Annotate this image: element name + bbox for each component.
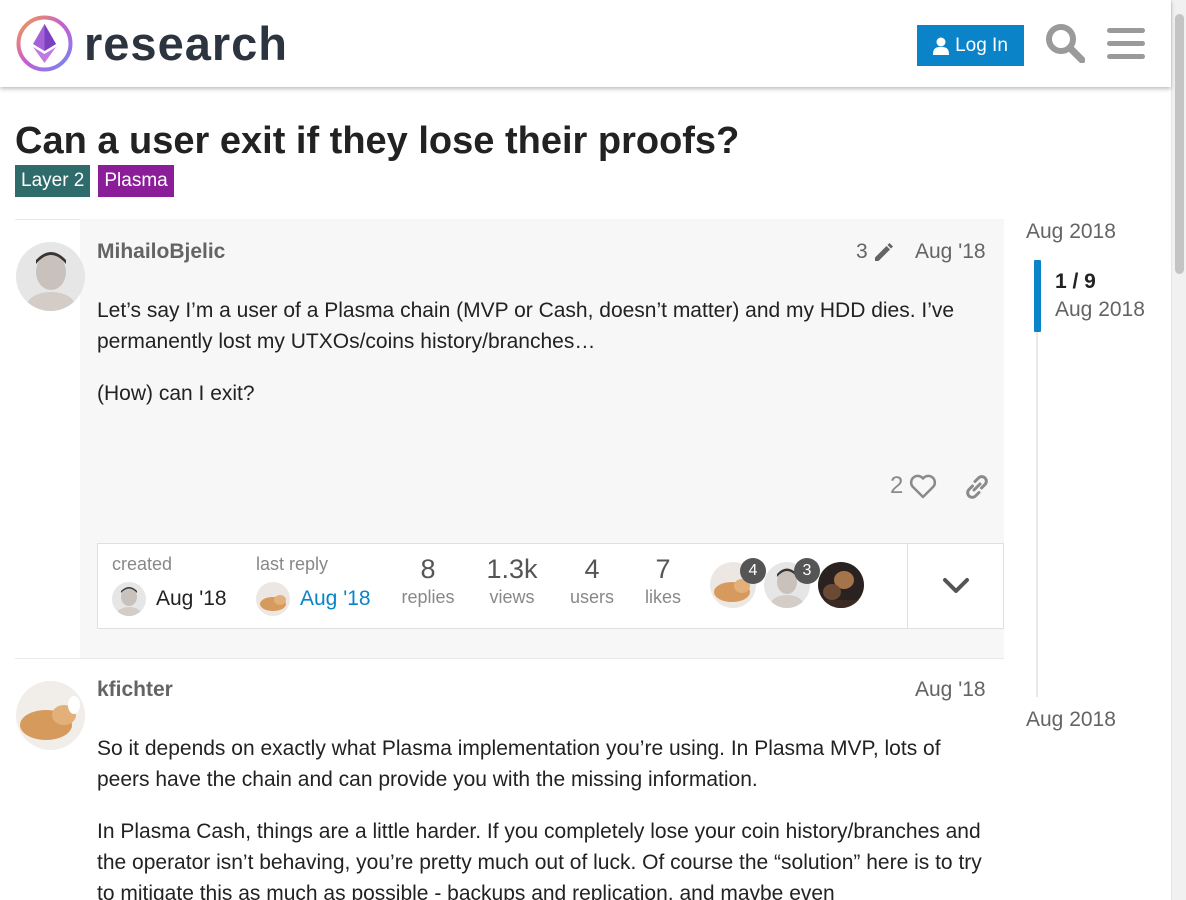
views-stat: 1.3k views — [480, 554, 544, 608]
link-icon — [966, 475, 988, 499]
created-avatar — [112, 582, 146, 616]
logo-text: research — [84, 17, 288, 70]
heart-icon — [910, 474, 937, 499]
avatar-photo — [16, 681, 85, 750]
replies-count: 8 — [420, 554, 436, 584]
hamburger-menu-icon — [1107, 28, 1145, 59]
created-date: Aug '18 — [156, 587, 227, 610]
last-reply-date: Aug '18 — [300, 587, 371, 610]
site-logo[interactable]: research — [16, 15, 288, 72]
users-stat: 4 users — [562, 554, 622, 608]
login-button[interactable]: Log In — [917, 25, 1024, 66]
user-icon — [933, 37, 950, 55]
post-username[interactable]: MihailoBjelic — [97, 240, 225, 264]
timeline-end-date[interactable]: Aug 2018 — [1026, 708, 1116, 732]
hamburger-menu-button[interactable] — [1103, 20, 1149, 66]
post-paragraph: So it depends on exactly what Plasma imp… — [97, 737, 941, 791]
share-link-button[interactable] — [962, 472, 992, 507]
views-count: 1.3k — [486, 554, 538, 584]
post-username[interactable]: kfichter — [97, 678, 173, 702]
page-scrollbar[interactable] — [1171, 0, 1186, 900]
timeline-handle[interactable] — [1034, 260, 1041, 332]
login-label: Log In — [955, 34, 1008, 56]
likes-count: 7 — [655, 554, 671, 584]
topic-title[interactable]: Can a user exit if they lose their proof… — [15, 120, 739, 163]
last-reply-avatar — [256, 582, 290, 616]
topic-tags: Layer 2 Plasma — [15, 165, 174, 197]
participant-post-count: 3 — [794, 558, 820, 584]
avatar-photo — [818, 562, 864, 608]
likes-label: likes — [644, 587, 681, 607]
post-paragraph: (How) can I exit? — [97, 382, 255, 405]
avatar-photo — [256, 582, 290, 616]
post-body: So it depends on exactly what Plasma imp… — [97, 733, 992, 900]
tag-plasma[interactable]: Plasma — [98, 165, 174, 197]
like-count: 2 — [890, 472, 904, 499]
participant-post-count: 4 — [740, 558, 766, 584]
avatar-photo — [112, 582, 146, 616]
search-icon — [1046, 24, 1085, 63]
created-info[interactable]: Aug '18 — [112, 582, 227, 616]
post-body: Let’s say I’m a user of a Plasma chain (… — [97, 295, 992, 430]
tag-layer-2[interactable]: Layer 2 — [15, 165, 91, 197]
pencil-icon — [874, 243, 893, 261]
last-reply-info[interactable]: Aug '18 — [256, 582, 371, 616]
timeline-start-date[interactable]: Aug 2018 — [1026, 220, 1116, 244]
avatar-kfichter[interactable] — [16, 681, 85, 750]
post-date[interactable]: Aug '18 — [915, 240, 986, 264]
users-label: users — [569, 587, 614, 607]
site-header: research Log In — [0, 0, 1171, 87]
last-reply-label: last reply — [256, 554, 329, 574]
users-count: 4 — [584, 554, 600, 584]
edit-history-button[interactable]: 3 — [856, 240, 896, 264]
expand-topic-map-button[interactable] — [907, 544, 1003, 628]
avatar-photo — [16, 242, 85, 311]
timeline-position: 1 / 9 — [1055, 270, 1096, 293]
replies-label: replies — [401, 587, 455, 607]
scrollbar-thumb[interactable] — [1175, 14, 1184, 274]
like-button[interactable]: 2 — [890, 472, 937, 500]
edit-count: 3 — [856, 240, 868, 263]
views-label: views — [489, 587, 535, 607]
ethereum-logo-icon — [16, 15, 73, 72]
post-divider — [15, 658, 1004, 659]
post-paragraph: In Plasma Cash, things are a little hard… — [97, 820, 982, 900]
replies-stat: 8 replies — [396, 554, 460, 608]
post-date[interactable]: Aug '18 — [915, 678, 986, 702]
topic-map: created Aug '18 last reply Aug '18 8 rep… — [97, 543, 1004, 629]
created-label: created — [112, 554, 173, 574]
search-button[interactable] — [1042, 20, 1088, 66]
avatar-mihailobjelic[interactable] — [16, 242, 85, 311]
timeline-position-date: Aug 2018 — [1055, 298, 1145, 321]
post-paragraph: Let’s say I’m a user of a Plasma chain (… — [97, 299, 955, 353]
chevron-down-icon — [942, 578, 969, 593]
participant-avatar[interactable] — [818, 562, 864, 608]
likes-stat: 7 likes — [634, 554, 692, 608]
